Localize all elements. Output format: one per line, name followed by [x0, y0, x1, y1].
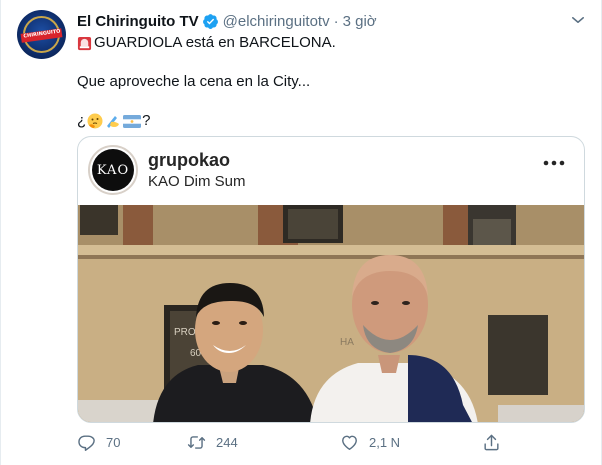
reply-button[interactable]: 70	[77, 430, 120, 454]
handle[interactable]: @elchiringuitotv	[223, 13, 330, 30]
like-button[interactable]: 2,1 N	[340, 430, 400, 454]
tweet-line-1-text: GUARDIOLA está en BARCELONA.	[94, 34, 336, 51]
thinking-face-icon	[87, 113, 103, 129]
separator-dot: ·	[333, 12, 339, 30]
verified-badge-icon	[202, 13, 218, 29]
card-username[interactable]: grupokao	[148, 150, 230, 171]
embedded-card[interactable]: KAO grupokao KAO Dim Sum PROPE HA	[77, 136, 585, 423]
embedded-photo[interactable]: PROPE 60849 HA	[78, 205, 585, 423]
tweet-header: El Chiringuito TV @elchiringuitotv · 3 g…	[77, 11, 377, 31]
argentina-flag-icon	[123, 114, 142, 128]
retweet-icon	[187, 435, 206, 449]
display-name[interactable]: El Chiringuito TV	[77, 13, 199, 30]
kao-logo[interactable]: KAO	[88, 145, 138, 195]
question-close: ?	[142, 112, 151, 129]
timestamp[interactable]: 3 giờ	[343, 13, 377, 30]
action-bar: 70 244 2,1 N	[77, 430, 547, 454]
retweet-count: 244	[216, 434, 238, 450]
reply-count: 70	[106, 434, 121, 450]
avatar[interactable]: CHIRINGUITO	[17, 10, 66, 59]
tweet-text: GUARDIOLA está en BARCELONA. Que aprovec…	[77, 33, 587, 131]
more-options-icon[interactable]	[543, 159, 565, 167]
question-open: ¿	[77, 112, 87, 129]
kao-logo-text: KAO	[92, 149, 134, 191]
tweet[interactable]: CHIRINGUITO El Chiringuito TV @elchiring…	[0, 0, 602, 465]
reply-icon	[78, 434, 95, 451]
tweet-line-3: ¿ ?	[77, 111, 587, 131]
rotating-light-icon	[77, 36, 92, 50]
like-count: 2,1 N	[369, 434, 401, 450]
card-subtitle: KAO Dim Sum	[148, 173, 246, 190]
writing-hand-icon	[107, 116, 120, 128]
tweet-line-1: GUARDIOLA está en BARCELONA.	[77, 33, 587, 53]
share-icon	[484, 434, 499, 450]
retweet-button[interactable]: 244	[187, 430, 238, 454]
sign-text-3: HA	[340, 337, 354, 348]
chevron-down-icon[interactable]	[569, 11, 587, 29]
heart-icon	[342, 435, 357, 450]
share-button[interactable]	[482, 430, 511, 454]
tweet-line-2: Que aproveche la cena en la City...	[77, 73, 311, 90]
